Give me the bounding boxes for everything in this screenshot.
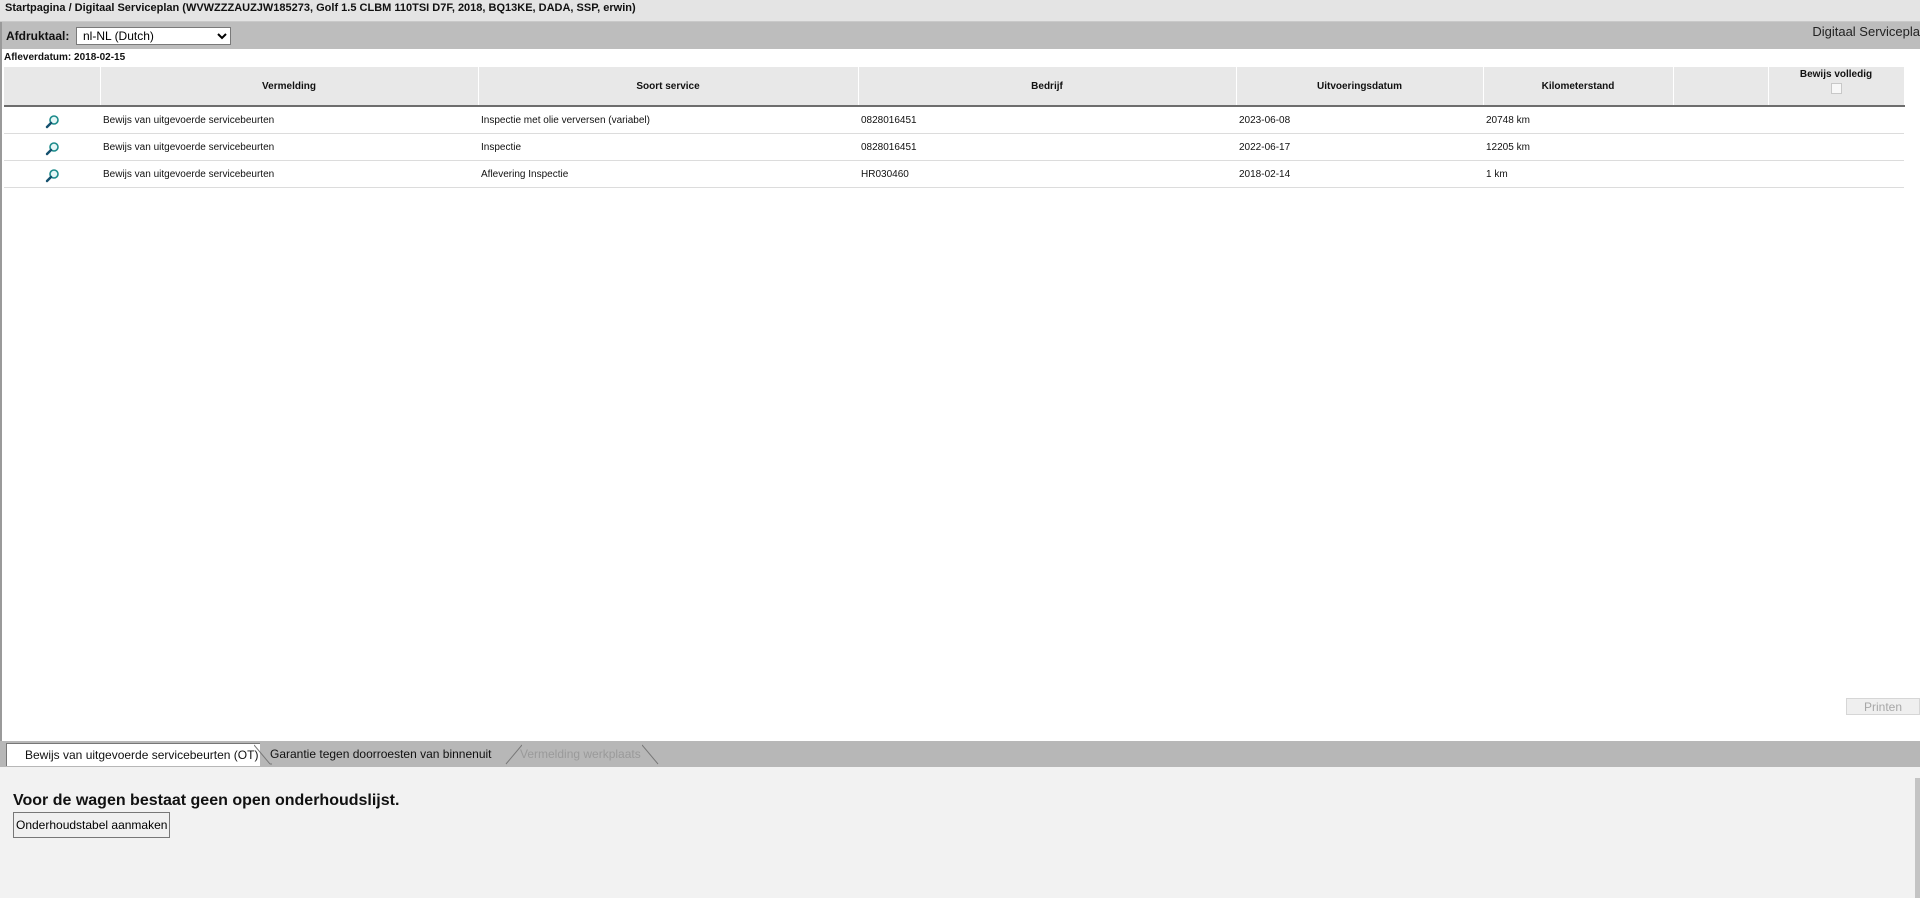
cell-mileage: 12205 km [1483, 133, 1673, 161]
service-grid: Vermelding Soort service Bedrijf Uitvoer… [4, 67, 1905, 188]
cell-mileage: 20748 km [1483, 106, 1673, 134]
tab-workshop-entry[interactable]: Vermelding werkplaats [520, 743, 641, 765]
header-service-type[interactable]: Soort service [478, 67, 859, 107]
cell-entry: Bewijs van uitgevoerde servicebeurten [100, 133, 478, 161]
cell-company: 0828016451 [858, 133, 1236, 161]
breadcrumb: Startpagina / Digitaal Serviceplan (WVWZ… [0, 0, 1920, 22]
proof-complete-label: Bewijs volledig [1799, 69, 1873, 80]
delivery-date: Afleverdatum: 2018-02-15 [4, 52, 126, 63]
cell-proof [1768, 133, 1904, 161]
cell-proof [1768, 106, 1904, 134]
cell-service-type: Inspectie [478, 133, 858, 161]
cell-execution-date: 2022-06-17 [1236, 133, 1483, 161]
header-icon-col [4, 67, 101, 107]
table-row[interactable]: Bewijs van uitgevoerde servicebeurten In… [4, 106, 1904, 134]
toolbar: Afdruktaal: nl-NL (Dutch) Digitaal Servi… [0, 22, 1920, 49]
cell-blank [1673, 133, 1768, 161]
cell-blank [1673, 160, 1768, 188]
cell-entry: Bewijs van uitgevoerde servicebeurten [100, 160, 478, 188]
cell-service-type: Inspectie met olie verversen (variabel) [478, 106, 858, 134]
no-maintenance-message: Voor de wagen bestaat geen open onderhou… [13, 792, 400, 809]
zoom-cell[interactable] [4, 160, 100, 188]
zoom-cell[interactable] [4, 106, 100, 134]
table-header-row: Vermelding Soort service Bedrijf Uitvoer… [4, 67, 1905, 107]
language-label: Afdruktaal: [6, 29, 70, 43]
magnifier-icon[interactable] [7, 141, 97, 156]
tab-rust-warranty[interactable]: Garantie tegen doorroesten van binnenuit [270, 743, 492, 765]
print-button[interactable]: Printen [1846, 698, 1920, 715]
cell-execution-date: 2018-02-14 [1236, 160, 1483, 188]
cell-proof [1768, 160, 1904, 188]
header-execution-date[interactable]: Uitvoeringsdatum [1236, 67, 1484, 107]
header-mileage[interactable]: Kilometerstand [1483, 67, 1674, 107]
header-blank [1673, 67, 1769, 107]
cell-company: HR030460 [858, 160, 1236, 188]
header-company[interactable]: Bedrijf [858, 67, 1237, 107]
header-entry[interactable]: Vermelding [100, 67, 479, 107]
cell-blank [1673, 106, 1768, 134]
cell-execution-date: 2023-06-08 [1236, 106, 1483, 134]
table-row[interactable]: Bewijs van uitgevoerde servicebeurten In… [4, 133, 1904, 161]
create-maintenance-table-button[interactable]: Onderhoudstabel aanmaken [13, 812, 171, 838]
cell-service-type: Aflevering Inspectie [478, 160, 858, 188]
tab-separator [642, 744, 659, 765]
table-row[interactable]: Bewijs van uitgevoerde servicebeurten Af… [4, 160, 1904, 188]
header-proof-complete: Bewijs volledig [1768, 67, 1905, 107]
cell-mileage: 1 km [1483, 160, 1673, 188]
app-title: Digitaal Servicepla [1812, 24, 1920, 39]
tab-service-proof[interactable]: Bewijs van uitgevoerde servicebeurten (O… [6, 743, 261, 766]
bottom-pane: Voor de wagen bestaat geen open onderhou… [0, 767, 1920, 898]
language-select[interactable]: nl-NL (Dutch) [76, 27, 231, 45]
magnifier-icon[interactable] [7, 168, 97, 183]
magnifier-icon[interactable] [7, 114, 97, 129]
tab-bar: Bewijs van uitgevoerde servicebeurten (O… [0, 741, 1920, 767]
proof-complete-checkbox[interactable] [1830, 83, 1842, 94]
zoom-cell[interactable] [4, 133, 100, 161]
scrollbar[interactable] [1915, 778, 1920, 898]
cell-company: 0828016451 [858, 106, 1236, 134]
cell-entry: Bewijs van uitgevoerde servicebeurten [100, 106, 478, 134]
